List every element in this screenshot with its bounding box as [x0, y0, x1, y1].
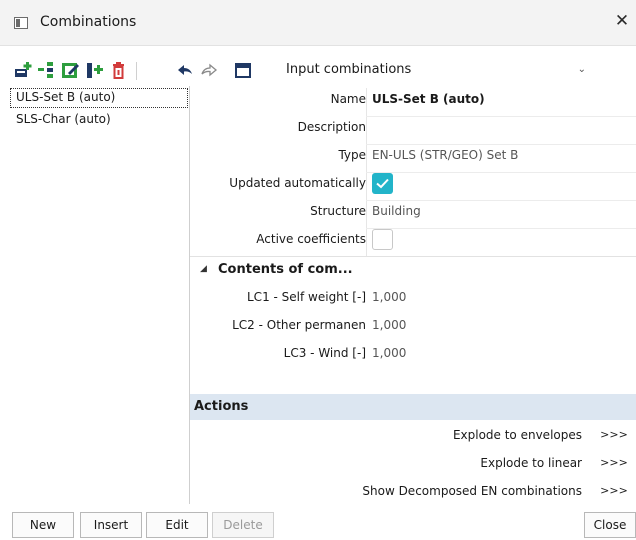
list-item[interactable]: SLS-Char (auto): [10, 110, 188, 130]
property-value[interactable]: 1,000: [372, 346, 406, 360]
actions-header: Actions: [190, 394, 636, 420]
contents-row: LC2 - Other permanen 1,000: [190, 312, 636, 340]
combo-value: Input combinations: [286, 62, 412, 77]
property-value[interactable]: 1,000: [372, 290, 406, 304]
contents-row: LC1 - Self weight [-] 1,000: [190, 284, 636, 312]
property-description: Description: [190, 114, 636, 142]
action-label: Explode to linear: [480, 456, 582, 470]
contents-row: LC3 - Wind [-] 1,000: [190, 340, 636, 368]
edit-button[interactable]: Edit: [146, 512, 208, 538]
redo-icon[interactable]: [200, 61, 218, 79]
close-icon[interactable]: ✕: [614, 11, 630, 31]
action-label: Show Decomposed EN combinations: [362, 484, 582, 498]
row-divider: [366, 116, 636, 117]
title-bar: Combinations ✕: [0, 0, 636, 46]
updated-automatically-checkbox[interactable]: [372, 173, 393, 194]
button-bar: New Insert Edit Delete Close: [0, 506, 636, 540]
row-divider: [366, 144, 636, 145]
delete-button[interactable]: Delete: [212, 512, 274, 538]
list-item[interactable]: ULS-Set B (auto): [10, 88, 188, 108]
check-icon: [376, 178, 389, 189]
property-type: Type EN-ULS (STR/GEO) Set B: [190, 142, 636, 170]
property-label: Active coefficients: [256, 232, 366, 246]
property-name: Name ULS-Set B (auto): [190, 86, 636, 114]
row-divider: [366, 200, 636, 201]
combination-list: ULS-Set B (auto) SLS-Char (auto): [10, 86, 190, 504]
property-value[interactable]: ULS-Set B (auto): [372, 92, 485, 106]
list-item-label: SLS-Char (auto): [16, 112, 111, 126]
delete-icon[interactable]: [110, 61, 128, 79]
toolbar: Input combinations ⌄: [0, 58, 636, 86]
edit-icon[interactable]: [62, 61, 80, 79]
toolbar-separator: [136, 62, 137, 80]
property-label: LC1 - Self weight [-]: [247, 290, 366, 304]
explode-linear-button[interactable]: >>>: [596, 452, 632, 474]
action-row: Explode to linear >>>: [190, 450, 636, 478]
chevron-down-icon: ⌄: [577, 64, 586, 75]
window-icon[interactable]: [234, 61, 252, 79]
actions-title: Actions: [194, 399, 249, 414]
property-structure: Structure Building: [190, 198, 636, 226]
action-row: Explode to envelopes >>>: [190, 422, 636, 450]
property-label: Description: [297, 120, 366, 134]
property-value[interactable]: Building: [372, 204, 421, 218]
insert-icon[interactable]: [38, 61, 56, 79]
collapse-arrow-icon: ◢: [200, 264, 207, 274]
show-decomposed-button[interactable]: >>>: [596, 480, 632, 502]
property-value[interactable]: EN-ULS (STR/GEO) Set B: [372, 148, 518, 162]
row-divider: [366, 172, 636, 173]
property-label: LC2 - Other permanen: [232, 318, 366, 332]
explode-envelopes-button[interactable]: >>>: [596, 424, 632, 446]
active-coefficients-checkbox[interactable]: [372, 229, 393, 250]
action-label: Explode to envelopes: [452, 428, 582, 442]
property-updated-automatically: Updated automatically: [190, 170, 636, 198]
insert-button[interactable]: Insert: [80, 512, 142, 538]
contents-section-header[interactable]: ◢ Contents of com...: [190, 256, 636, 282]
action-row: Show Decomposed EN combinations >>>: [190, 478, 636, 506]
new-button[interactable]: New: [12, 512, 74, 538]
window-title: Combinations: [40, 14, 137, 30]
property-label: LC3 - Wind [-]: [283, 346, 366, 360]
copy-icon[interactable]: [86, 61, 104, 79]
property-label: Name: [330, 92, 366, 106]
section-title: Contents of com...: [218, 262, 353, 277]
property-active-coefficients: Active coefficients: [190, 226, 636, 254]
close-button[interactable]: Close: [584, 512, 636, 538]
property-label: Type: [338, 148, 366, 162]
new-icon[interactable]: [14, 61, 32, 79]
list-item-label: ULS-Set B (auto): [16, 90, 116, 104]
property-label: Structure: [310, 204, 366, 218]
combination-type-select[interactable]: Input combinations ⌄: [276, 59, 598, 83]
property-value[interactable]: 1,000: [372, 318, 406, 332]
undo-icon[interactable]: [176, 61, 194, 79]
row-divider: [366, 228, 636, 229]
window-icon: [14, 17, 28, 29]
property-label: Updated automatically: [229, 176, 366, 190]
